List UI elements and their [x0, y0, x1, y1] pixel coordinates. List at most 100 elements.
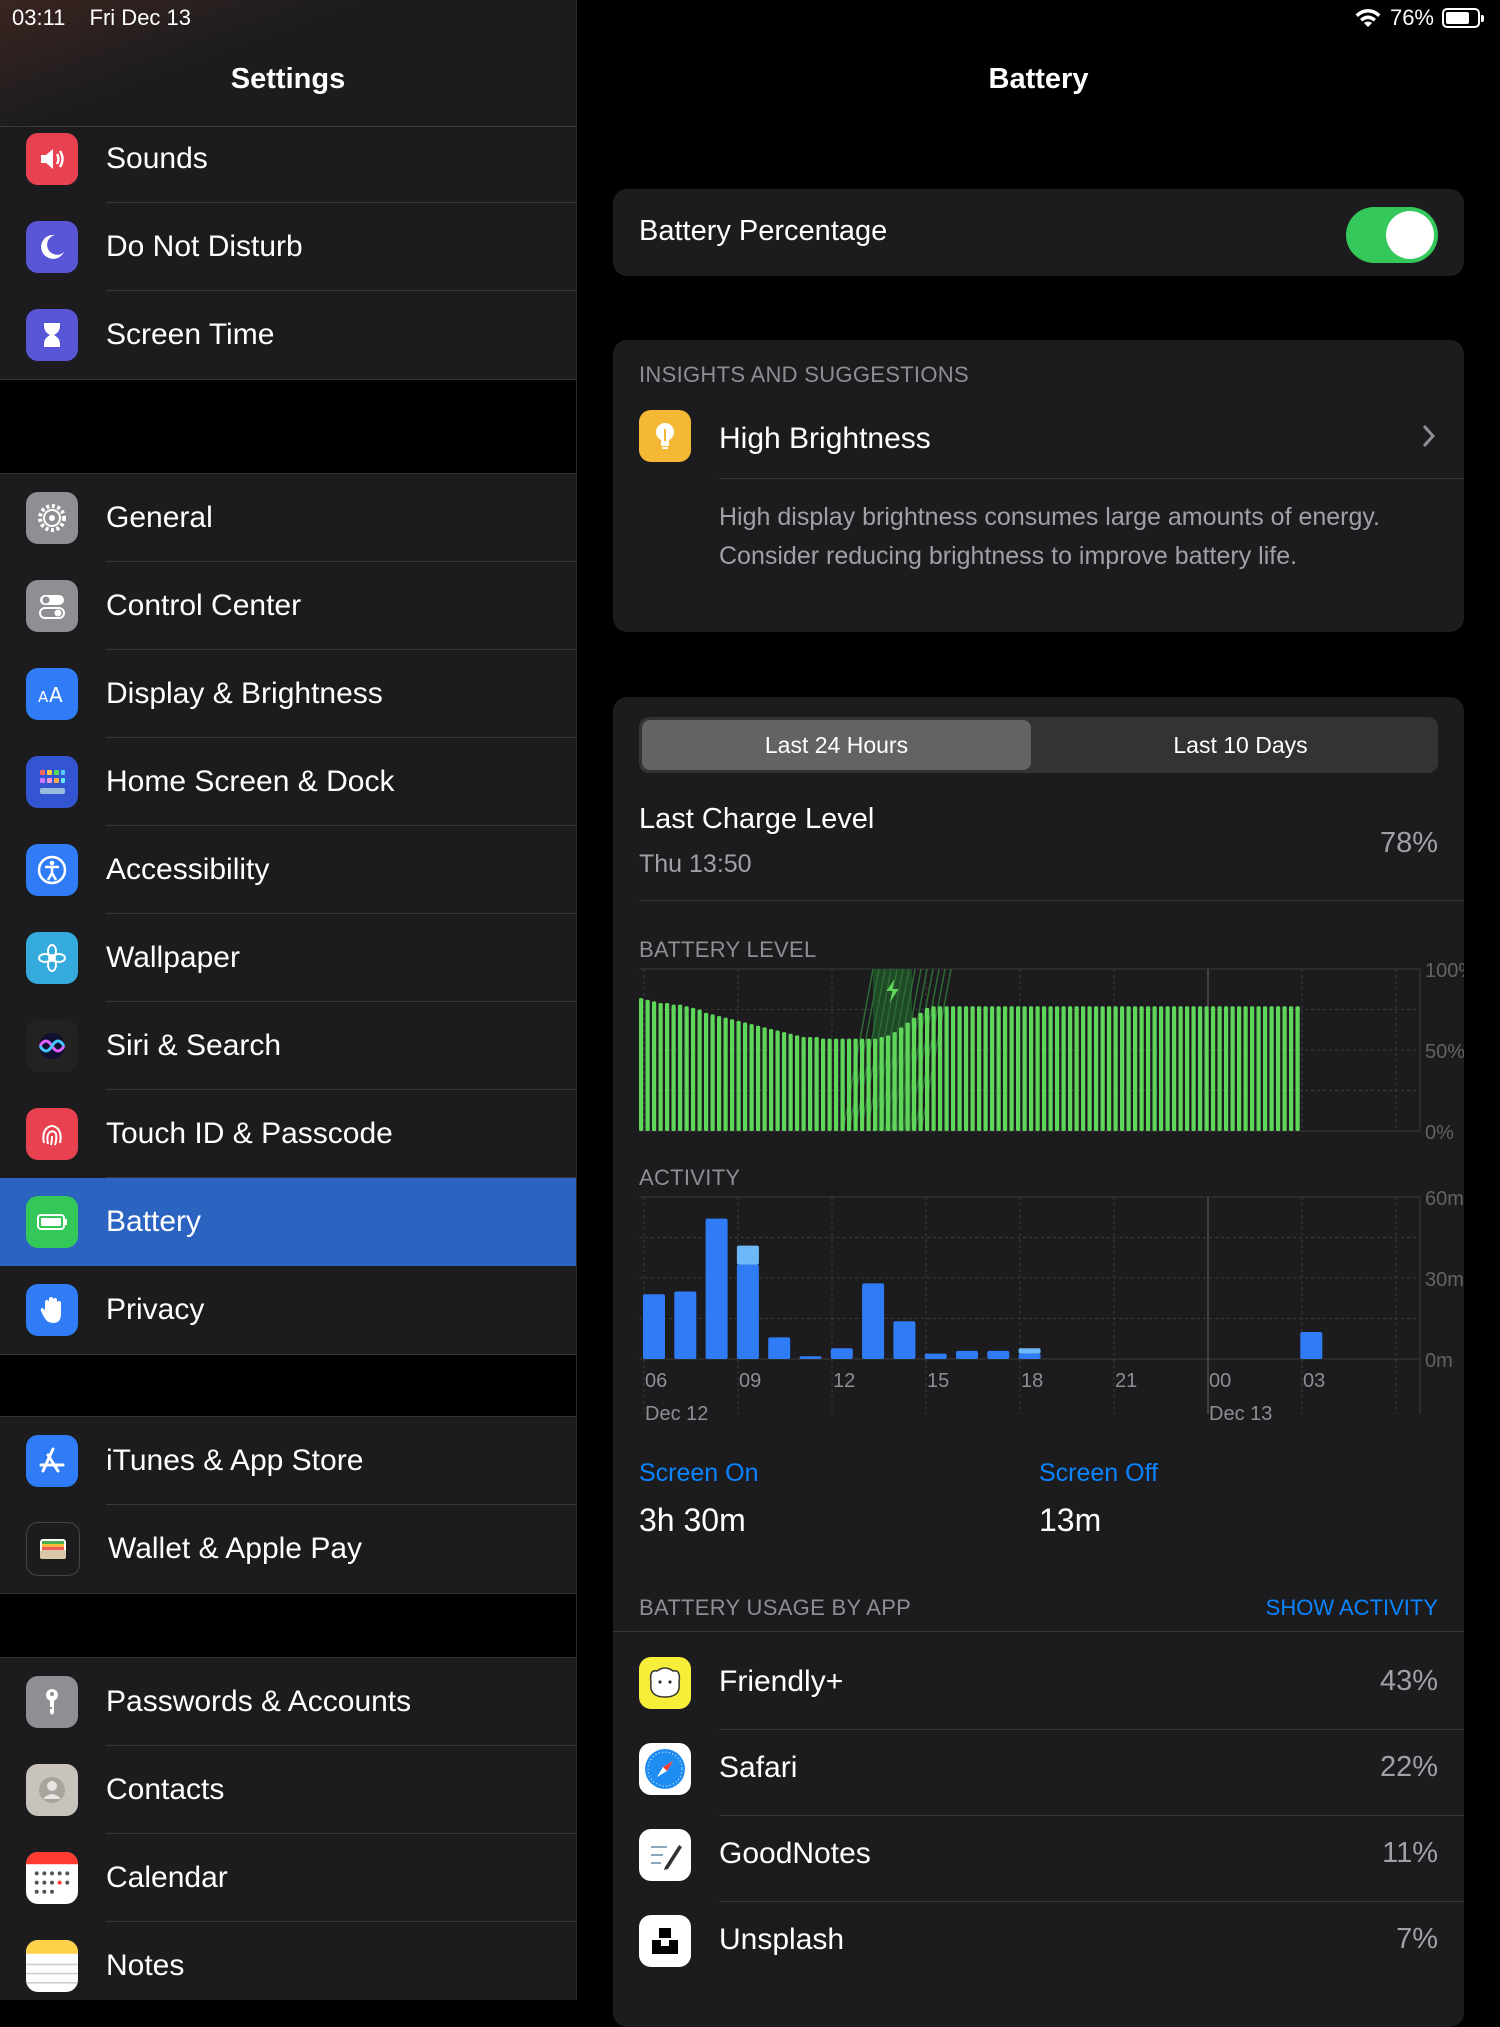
battery-level-bar — [847, 1038, 852, 1131]
sidebar-item-itunes-and-app-store[interactable]: iTunes & App Store — [0, 1417, 576, 1505]
sidebar-item-label: Wallet & Apple Pay — [108, 1532, 363, 1565]
battery-level-tick: 100% — [1425, 960, 1464, 982]
battery-level-bar — [1230, 1006, 1235, 1131]
battery-level-bar — [801, 1037, 806, 1131]
sidebar-item-calendar[interactable]: Calendar — [0, 1834, 576, 1922]
activity-x-label: 06 — [645, 1370, 667, 1392]
sidebar-item-do-not-disturb[interactable]: Do Not Disturb — [0, 203, 576, 291]
battery-detail-pane: Battery Battery Percentage INSIGHTS AND … — [577, 0, 1500, 2027]
battery-level-bar — [866, 1038, 871, 1131]
battery-level-bar — [983, 1006, 988, 1131]
battery-level-bar — [996, 1006, 1001, 1131]
accessibility-icon — [26, 844, 78, 896]
battery-level-bar — [1022, 1006, 1027, 1131]
activity-x-label: 18 — [1021, 1370, 1043, 1392]
battery-level-bar — [879, 1037, 884, 1131]
battery-level-bar — [853, 1038, 858, 1131]
sidebar-title: Settings — [230, 63, 346, 95]
sidebar-item-label: Contacts — [106, 1773, 225, 1806]
sidebar-item-control-center[interactable]: Control Center — [0, 562, 576, 650]
activity-screen-on-bar — [862, 1283, 885, 1359]
battery-level-bar — [1035, 1006, 1040, 1131]
safari-icon — [639, 1743, 691, 1795]
battery-level-bar — [743, 1022, 748, 1131]
battery-level-bar — [990, 1006, 995, 1131]
friendly-icon — [639, 1657, 691, 1709]
wallet-icon — [26, 1522, 80, 1576]
toggle-knob — [1386, 211, 1434, 259]
battery-level-bar — [944, 1006, 949, 1131]
insights-divider — [719, 478, 1464, 479]
status-time: 03:11 — [12, 5, 66, 30]
sidebar-group: Passwords & Accounts Contacts Calendar Note… — [0, 1657, 576, 2000]
sidebar-item-battery[interactable]: Battery — [0, 1178, 576, 1266]
app-row-separator — [719, 1901, 1464, 1902]
app-name: Unsplash — [719, 1923, 845, 1956]
show-activity-button[interactable]: SHOW ACTIVITY — [1266, 1595, 1438, 1621]
screen-off-label: Screen Off — [1039, 1459, 1159, 1487]
activity-tick: 0m — [1425, 1350, 1453, 1372]
battery-level-bar — [1295, 1006, 1300, 1131]
battery-level-bar — [821, 1038, 826, 1131]
siri-icon — [26, 1020, 78, 1072]
usage-by-app-header: BATTERY USAGE BY APP — [639, 1595, 912, 1620]
screen-on-value: 3h 30m — [639, 1502, 746, 1538]
sidebar-item-wallpaper[interactable]: Wallpaper — [0, 914, 576, 1002]
sidebar-item-general[interactable]: General — [0, 474, 576, 562]
svg-text:A: A — [49, 683, 63, 707]
insights-card: INSIGHTS AND SUGGESTIONS High Brightness… — [613, 340, 1464, 632]
chevron-right-icon — [1422, 424, 1436, 448]
sidebar-item-display-and-brightness[interactable]: A A Display & Brightness — [0, 650, 576, 738]
sidebar-item-passwords-and-accounts[interactable]: Passwords & Accounts — [0, 1658, 576, 1746]
switches-icon — [26, 580, 78, 632]
notes-icon — [26, 1940, 78, 1992]
battery-level-bar — [1159, 1006, 1164, 1131]
sidebar-item-notes[interactable]: Notes — [0, 1922, 576, 2000]
sidebar-item-touch-id-and-passcode[interactable]: Touch ID & Passcode — [0, 1090, 576, 1178]
battery-level-bar — [899, 1027, 904, 1131]
battery-level-bar — [1152, 1006, 1157, 1131]
sidebar-group: Sounds Do Not Disturb Screen Time — [0, 114, 576, 380]
battery-level-bar — [1263, 1006, 1268, 1131]
sidebar-item-wallet-and-apple-pay[interactable]: Wallet & Apple Pay — [0, 1505, 576, 1593]
app-percent: 7% — [1396, 1923, 1438, 1955]
battery-level-bar — [1250, 1006, 1255, 1131]
activity-screen-off-bar — [1018, 1348, 1041, 1354]
sidebar-item-privacy[interactable]: Privacy — [0, 1266, 576, 1354]
sidebar-item-screen-time[interactable]: Screen Time — [0, 291, 576, 379]
app-store-icon — [26, 1435, 78, 1487]
sidebar-item-contacts[interactable]: Contacts — [0, 1746, 576, 1834]
app-usage-row[interactable]: Friendly+ 43% — [613, 1657, 1464, 1743]
battery-level-bar — [951, 1006, 956, 1131]
unsplash-icon — [639, 1915, 691, 1967]
battery-level-bar — [860, 1038, 865, 1131]
high-brightness-row[interactable]: High Brightness — [613, 400, 1464, 482]
battery-level-bar — [1126, 1006, 1131, 1131]
battery-level-bar — [756, 1025, 761, 1131]
fingerprint-icon — [26, 1108, 78, 1160]
app-usage-row[interactable]: Unsplash 7% — [613, 1915, 1464, 2001]
sidebar-item-home-screen-and-dock[interactable]: Home Screen & Dock — [0, 738, 576, 826]
activity-screen-on-bar — [1300, 1332, 1323, 1359]
activity-date-label: Dec 13 — [1209, 1403, 1272, 1425]
battery-level-bar — [697, 1009, 702, 1131]
battery-level-bar — [639, 998, 644, 1131]
app-usage-row[interactable]: GoodNotes 11% — [613, 1829, 1464, 1915]
svg-text:A: A — [38, 688, 49, 706]
battery-level-bar — [1003, 1006, 1008, 1131]
app-usage-row[interactable]: Safari 22% — [613, 1743, 1464, 1829]
battery-level-bar — [1068, 1006, 1073, 1131]
battery-level-bar — [977, 1006, 982, 1131]
sidebar-item-sounds[interactable]: Sounds — [0, 115, 576, 203]
battery-level-bar — [1120, 1006, 1125, 1131]
battery-level-bar — [1289, 1006, 1294, 1131]
sidebar-item-siri-and-search[interactable]: Siri & Search — [0, 1002, 576, 1090]
app-name: Friendly+ — [719, 1665, 844, 1698]
activity-x-label: 15 — [927, 1370, 949, 1392]
battery-level-bar — [788, 1033, 793, 1131]
lightbulb-icon — [639, 410, 691, 462]
settings-sidebar[interactable]: Settings Sounds Do Not Disturb Screen Time… — [0, 0, 577, 2000]
sidebar-item-accessibility[interactable]: Accessibility — [0, 826, 576, 914]
sidebar-item-label: General — [106, 501, 213, 534]
battery-percentage-toggle[interactable] — [1346, 207, 1438, 263]
